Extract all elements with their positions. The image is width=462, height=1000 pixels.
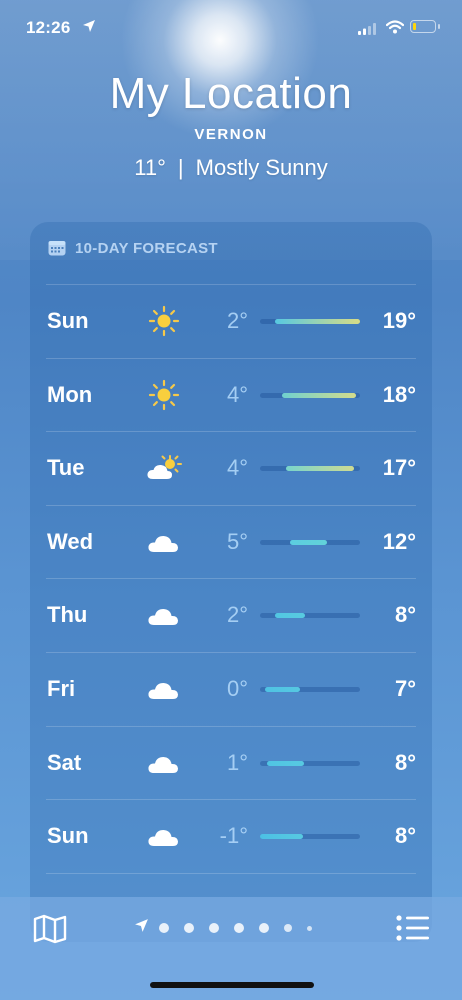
forecast-low: 2° [226, 308, 248, 333]
forecast-day: Sun [47, 308, 89, 333]
temperature-range-bar [260, 613, 360, 619]
location-arrow-icon [134, 918, 149, 938]
battery-level [412, 22, 416, 30]
status-bar: 12:26 [0, 0, 462, 56]
temperature-range-bar [260, 686, 360, 692]
conditions-separator: | [177, 155, 184, 180]
forecast-high: 8° [394, 749, 416, 775]
page-dot[interactable] [234, 923, 244, 933]
cloud-icon [146, 672, 182, 706]
sun-behind-cloud-icon [146, 451, 182, 485]
forecast-day: Mon [47, 381, 93, 407]
location-arrow-icon [82, 19, 96, 38]
temperature-range-fill [282, 392, 356, 398]
temperature-range-fill [265, 686, 300, 692]
page-dot[interactable] [259, 923, 269, 933]
sun-icon [146, 304, 182, 338]
page-dot[interactable] [209, 923, 219, 933]
forecast-row[interactable]: Wed 5° 12° [46, 506, 416, 580]
location-header: My Location VERNON 11° | Mostly Sunny [0, 66, 462, 181]
calendar-icon [48, 240, 66, 256]
forecast-low: -1° [219, 823, 248, 849]
list-icon[interactable] [396, 915, 430, 946]
cloud-icon [146, 598, 182, 632]
ten-day-forecast-card[interactable]: 10-DAY FORECAST Sun 2° 19° Mon 4° 18° Tue 4° 17°… [30, 222, 432, 942]
page-dot[interactable] [159, 923, 169, 933]
forecast-rows: Sun 2° 19° Mon 4° 18° Tue 4° 17° Wed 5° 12° Thu 2° 8° F… [46, 285, 416, 874]
forecast-day: Sat [47, 749, 82, 775]
temperature-range-fill [290, 539, 327, 545]
cloud-icon [146, 819, 182, 853]
sun-icon [146, 378, 182, 412]
forecast-row[interactable]: Sat 1° 8° [46, 727, 416, 801]
page-dot[interactable] [184, 923, 194, 933]
forecast-row[interactable]: Sun -1° 8° [46, 800, 416, 874]
temperature-range-bar [260, 392, 360, 398]
current-conditions: 11° | Mostly Sunny [0, 155, 462, 181]
temperature-range-fill [267, 760, 304, 766]
page-indicator[interactable] [134, 919, 312, 937]
battery-icon [410, 20, 440, 33]
forecast-low: 4° [226, 455, 248, 481]
forecast-day: Thu [47, 602, 88, 628]
page-dot[interactable] [307, 925, 312, 931]
home-indicator[interactable] [150, 982, 314, 988]
location-city: VERNON [194, 126, 268, 143]
forecast-row[interactable]: Thu 2° 8° [46, 579, 416, 653]
temperature-range-bar [260, 834, 360, 840]
cloud-icon [146, 525, 182, 559]
temperature-range-bar [260, 319, 360, 324]
forecast-high: 17° [382, 455, 416, 481]
forecast-low: 1° [226, 749, 248, 775]
temperature-range-fill [286, 466, 354, 472]
signal-icon [358, 22, 376, 40]
temperature-range-bar [260, 539, 360, 545]
page-dot[interactable] [284, 924, 292, 932]
current-temperature: 11° [134, 155, 166, 180]
forecast-low: 0° [226, 675, 248, 701]
forecast-low: 4° [226, 381, 248, 407]
forecast-high: 18° [382, 381, 416, 407]
status-time: 12:26 [26, 18, 71, 37]
forecast-high: 8° [394, 823, 416, 849]
temperature-range-fill [260, 834, 303, 840]
map-icon[interactable] [33, 914, 67, 949]
forecast-row[interactable]: Fri 0° 7° [46, 653, 416, 727]
temperature-range-bar [260, 466, 360, 472]
forecast-high: 8° [394, 602, 416, 628]
temperature-range-fill [275, 319, 360, 324]
forecast-high: 19° [382, 308, 416, 333]
forecast-low: 2° [226, 602, 248, 628]
forecast-card-header: 10-DAY FORECAST [48, 238, 218, 258]
forecast-high: 12° [382, 528, 416, 554]
forecast-day: Fri [47, 675, 76, 701]
forecast-row[interactable]: Tue 4° 17° [46, 432, 416, 506]
cloud-icon [146, 746, 182, 780]
wifi-icon [385, 20, 405, 39]
forecast-high: 7° [394, 675, 416, 701]
current-condition: Mostly Sunny [195, 155, 328, 180]
location-title: My Location [109, 69, 353, 118]
forecast-row[interactable]: Mon 4° 18° [46, 359, 416, 433]
temperature-range-fill [275, 613, 305, 619]
forecast-day: Wed [47, 528, 94, 554]
forecast-row[interactable]: Sun 2° 19° [46, 285, 416, 359]
forecast-day: Tue [47, 455, 85, 481]
temperature-range-bar [260, 760, 360, 766]
forecast-card-title: 10-DAY FORECAST [75, 239, 218, 257]
forecast-low: 5° [226, 528, 248, 554]
forecast-day: Sun [47, 823, 89, 849]
